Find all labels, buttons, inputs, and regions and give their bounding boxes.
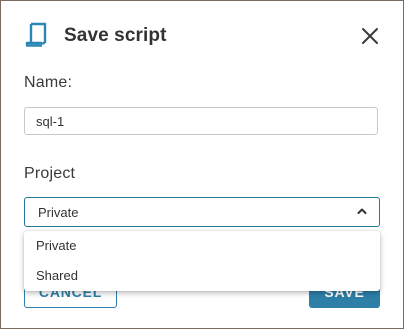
- close-icon[interactable]: [361, 27, 379, 45]
- project-dropdown-menu: Private Shared: [24, 231, 380, 291]
- dialog-title: Save script: [64, 25, 167, 46]
- script-icon: [25, 22, 47, 47]
- dropdown-option-shared[interactable]: Shared: [24, 261, 380, 291]
- chevron-up-icon: [357, 208, 367, 214]
- name-input[interactable]: [24, 107, 378, 135]
- save-script-dialog: Save script Name: Project Private Cancel…: [0, 0, 404, 329]
- dropdown-option-private[interactable]: Private: [24, 231, 380, 261]
- name-label: Name:: [24, 74, 73, 91]
- project-label: Project: [24, 165, 76, 182]
- project-select-value: Private: [38, 205, 79, 220]
- project-select[interactable]: Private: [24, 197, 380, 227]
